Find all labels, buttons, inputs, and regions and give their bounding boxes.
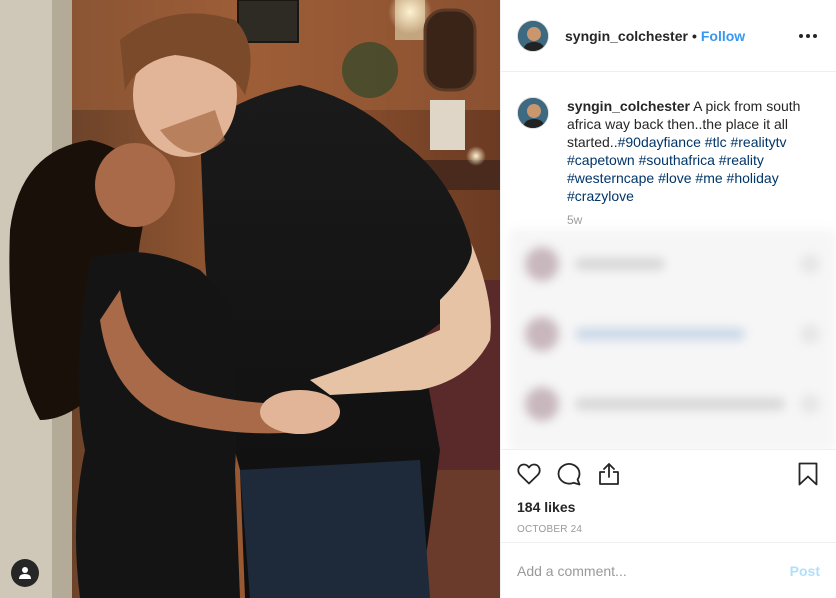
- likes-count[interactable]: 184 likes: [517, 498, 820, 516]
- action-bar: [517, 450, 820, 498]
- caption-text: syngin_colchester A pick from south afri…: [567, 97, 820, 205]
- post-details-panel: syngin_colchester • Follow syngin_colche…: [500, 0, 836, 598]
- hashtag[interactable]: #tlc: [705, 134, 727, 150]
- hashtag[interactable]: #me: [695, 170, 722, 186]
- more-options-button[interactable]: [796, 24, 820, 48]
- list-item: [509, 229, 836, 299]
- post-age: 5w: [567, 213, 583, 227]
- post-header: syngin_colchester • Follow: [501, 0, 836, 72]
- heart-icon: [517, 463, 541, 485]
- hashtag[interactable]: #90dayfiance: [618, 134, 701, 150]
- photo-image: [0, 0, 500, 598]
- share-icon: [599, 463, 619, 485]
- caption-avatar[interactable]: [517, 97, 549, 129]
- comment-form: Post: [501, 542, 836, 598]
- list-item: [509, 299, 836, 369]
- hashtag[interactable]: #capetown: [567, 152, 635, 168]
- hashtag[interactable]: #crazylove: [567, 188, 634, 204]
- separator-dot: •: [691, 27, 697, 44]
- hashtag[interactable]: #realitytv: [730, 134, 786, 150]
- blurred-comments: [509, 229, 836, 449]
- post-actions-section: 184 likes OCTOBER 24: [501, 449, 836, 535]
- caption: syngin_colchester A pick from south afri…: [517, 97, 820, 205]
- avatar-image: [518, 20, 548, 51]
- share-button[interactable]: [597, 462, 621, 486]
- save-button[interactable]: [796, 462, 820, 486]
- user-tag-icon[interactable]: [11, 559, 39, 587]
- follow-button[interactable]: Follow: [701, 28, 745, 44]
- avatar[interactable]: [517, 19, 549, 52]
- avatar-image: [518, 98, 548, 128]
- comments-list[interactable]: syngin_colchester A pick from south afri…: [501, 73, 836, 449]
- hashtag[interactable]: #holiday: [727, 170, 779, 186]
- username[interactable]: syngin_colchester: [565, 28, 688, 44]
- post-photo[interactable]: [0, 0, 500, 598]
- comment-button[interactable]: [557, 462, 581, 486]
- comment-input[interactable]: [517, 562, 790, 579]
- list-item: [509, 369, 836, 439]
- bookmark-icon: [798, 462, 818, 486]
- hashtag[interactable]: #love: [658, 170, 691, 186]
- post-comment-button[interactable]: Post: [790, 563, 820, 579]
- post-date[interactable]: OCTOBER 24: [517, 524, 820, 535]
- comment-icon: [557, 463, 581, 486]
- like-button[interactable]: [517, 462, 541, 486]
- hashtag[interactable]: #southafrica: [639, 152, 715, 168]
- hashtag[interactable]: #westerncape: [567, 170, 654, 186]
- more-dots-icon: [799, 33, 817, 38]
- person-icon: [19, 567, 31, 579]
- hashtag[interactable]: #reality: [719, 152, 764, 168]
- caption-username[interactable]: syngin_colchester: [567, 98, 690, 114]
